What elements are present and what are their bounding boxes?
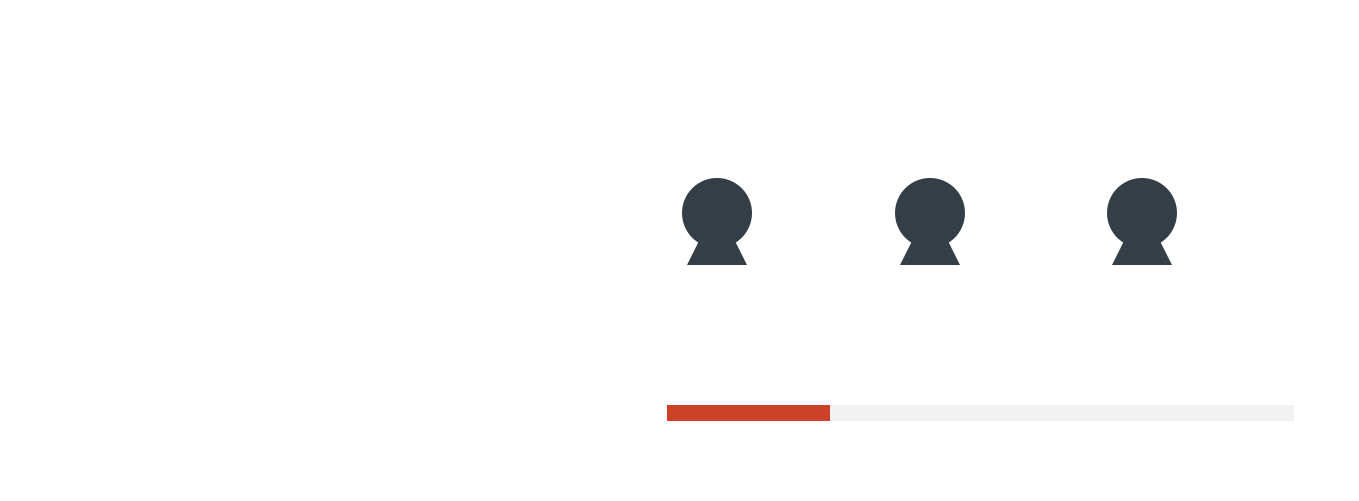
user-icon-graphic [1107,178,1177,265]
user-icon-row [0,0,1359,501]
user-icon-graphic [682,178,752,265]
user-icon [894,177,966,267]
progress-bar-fill [667,405,831,421]
user-icon [1106,177,1178,267]
user-icon-graphic [895,178,965,265]
progress-bar [667,405,1294,421]
loading-screen [0,0,1359,501]
user-icon [681,177,753,267]
